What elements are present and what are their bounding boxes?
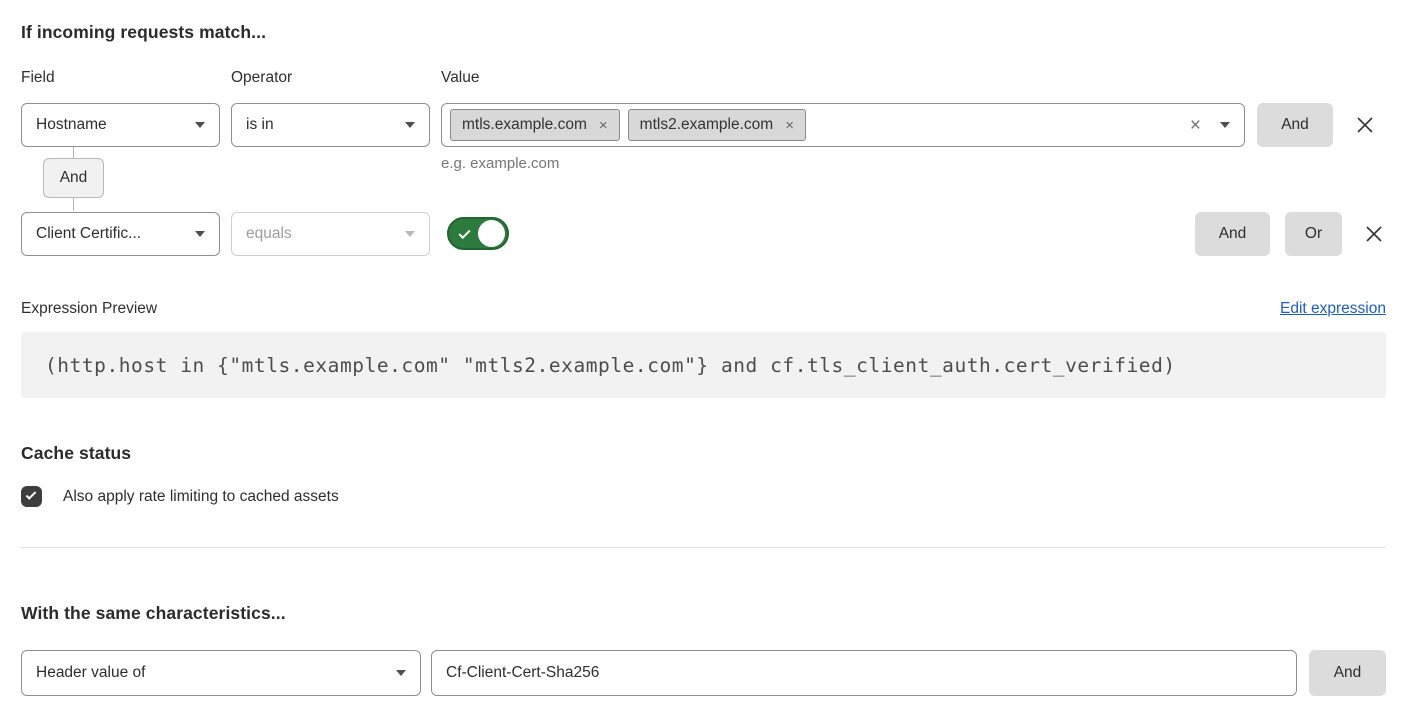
operator-select-1[interactable]: is in	[231, 103, 430, 147]
remove-tag-icon[interactable]: ×	[785, 118, 794, 133]
value-tag: mtls.example.com ×	[450, 109, 620, 141]
add-and-condition-button-2[interactable]: And	[1195, 212, 1270, 256]
close-icon	[1362, 222, 1386, 246]
value-column: mtls.example.com × mtls2.example.com × ×…	[441, 103, 1245, 172]
value-tag: mtls2.example.com ×	[628, 109, 806, 141]
chevron-down-icon	[405, 231, 415, 237]
add-characteristic-button[interactable]: And	[1309, 650, 1386, 696]
condition-connector: And	[43, 147, 104, 211]
field-select-1[interactable]: Hostname	[21, 103, 220, 147]
expression-code: (http.host in {"mtls.example.com" "mtls2…	[45, 354, 1176, 377]
cert-verified-toggle[interactable]	[447, 217, 509, 250]
value-tag-label: mtls.example.com	[462, 116, 587, 134]
operator-column-label: Operator	[231, 70, 441, 86]
characteristics-title: With the same characteristics...	[21, 603, 1386, 624]
rule-builder-page: If incoming requests match... Field Oper…	[0, 0, 1420, 696]
delete-condition-button-1[interactable]	[1353, 103, 1377, 147]
operator-select-1-value: is in	[246, 116, 274, 134]
expression-header: Expression Preview Edit expression	[21, 300, 1386, 318]
connector-line	[73, 147, 74, 158]
expression-preview-box: (http.host in {"mtls.example.com" "mtls2…	[21, 332, 1386, 398]
cached-assets-checkbox[interactable]	[21, 486, 42, 507]
chevron-down-icon[interactable]	[1220, 122, 1230, 128]
cached-assets-checkbox-label: Also apply rate limiting to cached asset…	[63, 488, 339, 506]
field-select-1-value: Hostname	[36, 116, 107, 134]
edit-expression-link[interactable]: Edit expression	[1280, 300, 1386, 318]
check-icon	[458, 227, 470, 239]
condition-row-1: Hostname is in mtls.example.com × mtls2.…	[21, 103, 1386, 172]
connector-line	[73, 198, 74, 211]
column-labels: Field Operator Value	[21, 70, 1386, 86]
delete-condition-button-2[interactable]	[1362, 212, 1386, 256]
cache-status-title: Cache status	[21, 443, 1386, 464]
operator-select-2: equals	[231, 212, 430, 256]
clear-values-icon[interactable]: ×	[1190, 116, 1201, 135]
condition-row-2: Client Certific... equals And Or	[21, 211, 1386, 256]
chevron-down-icon	[396, 670, 406, 676]
toggle-knob	[478, 220, 505, 247]
characteristic-select-value: Header value of	[36, 664, 145, 682]
connector-and-button[interactable]: And	[43, 158, 104, 198]
value-column-label: Value	[441, 70, 480, 86]
operator-select-2-value: equals	[246, 225, 292, 243]
field-select-2-value: Client Certific...	[36, 225, 141, 243]
chevron-down-icon	[405, 122, 415, 128]
characteristic-select[interactable]: Header value of	[21, 650, 421, 696]
section-divider	[21, 547, 1386, 548]
check-icon	[26, 489, 37, 500]
value-hint: e.g. example.com	[441, 156, 1245, 172]
remove-tag-icon[interactable]: ×	[599, 118, 608, 133]
field-select-2[interactable]: Client Certific...	[21, 212, 220, 256]
cache-checkbox-row: Also apply rate limiting to cached asset…	[21, 486, 1386, 507]
value-tag-label: mtls2.example.com	[640, 116, 774, 134]
close-icon	[1353, 113, 1377, 137]
add-or-condition-button-2[interactable]: Or	[1285, 212, 1342, 256]
characteristics-row: Header value of And	[21, 650, 1386, 696]
match-section-title: If incoming requests match...	[21, 22, 1386, 43]
field-column-label: Field	[21, 70, 231, 86]
header-name-input[interactable]	[431, 650, 1297, 696]
chevron-down-icon	[195, 231, 205, 237]
add-and-condition-button-1[interactable]: And	[1257, 103, 1333, 147]
chevron-down-icon	[195, 122, 205, 128]
expression-preview-label: Expression Preview	[21, 300, 157, 318]
value-multiselect[interactable]: mtls.example.com × mtls2.example.com × ×	[441, 103, 1245, 147]
